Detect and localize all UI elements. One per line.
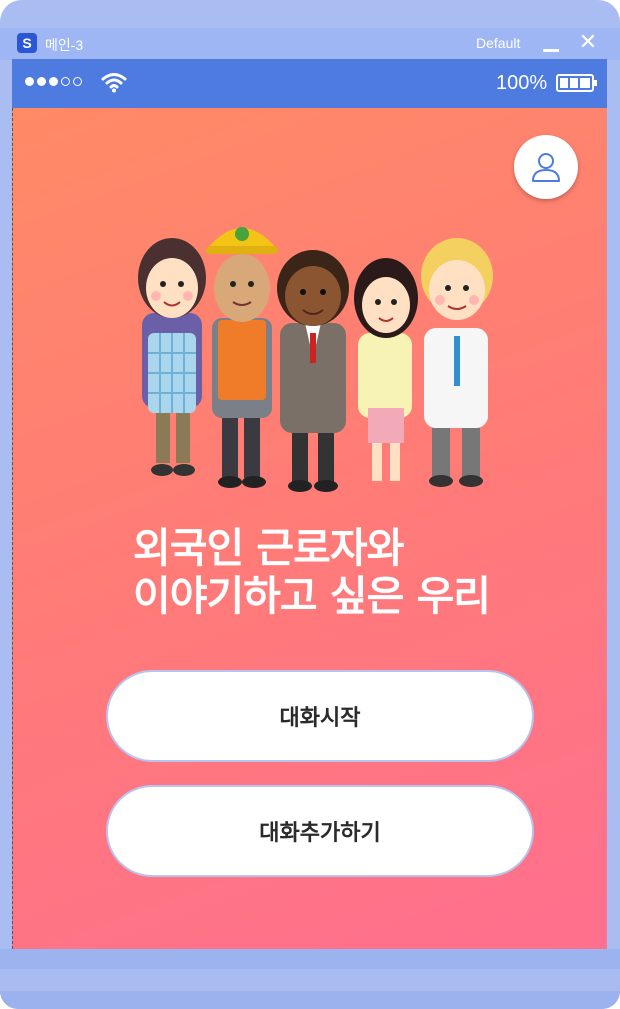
close-icon[interactable]: ✕ [577,30,599,56]
headline-line-1: 외국인 근로자와 [133,524,404,572]
workers-illustration [138,227,493,492]
battery-icon [556,74,597,92]
worker-man-suit [277,250,349,492]
worker-woman-apron [138,238,206,476]
screen-border [12,108,13,949]
minimize-icon[interactable] [541,36,561,54]
app-window: S 메인-3 Default ✕ 100% 외국인 근로자와 이야기하고 싶은 … [0,0,620,1009]
battery-percentage: 100% [496,72,548,94]
title-bar[interactable] [0,28,620,60]
headline-line-2: 이야기하고 싶은 우리 [133,572,491,620]
app-logo-icon: S [17,33,37,53]
wifi-icon [101,73,127,93]
window-bottom-bar [0,949,620,969]
page-headline: 외국인 근로자와 이야기하고 싶은 우리 [133,524,603,620]
profile-button[interactable] [514,135,578,199]
add-chat-button[interactable]: 대화추가하기 [106,785,534,877]
worker-man-helmet [206,227,278,488]
window-mode-label[interactable]: Default [476,35,520,51]
window-title: 메인-3 [45,37,84,53]
signal-dot [73,77,82,86]
signal-dot [49,77,58,86]
window-bottom-bar [0,991,620,1009]
main-screen: 외국인 근로자와 이야기하고 싶은 우리 대화시작 대화추가하기 [12,108,607,949]
user-profile-icon [532,153,560,182]
worker-man-shirt [421,238,493,487]
signal-strength-indicator [25,77,82,86]
signal-dot [25,77,34,86]
start-chat-button[interactable]: 대화시작 [106,670,534,762]
window-bottom-bar [0,969,620,991]
worker-woman-blouse [354,258,418,481]
signal-dot [37,77,46,86]
signal-dot [61,77,70,86]
status-bar: 100% [12,59,607,108]
